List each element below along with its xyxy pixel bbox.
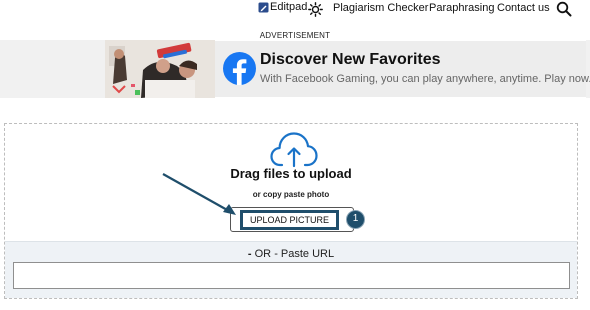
or-text: OR — [254, 248, 272, 260]
upload-title: Drag files to upload — [230, 166, 352, 181]
nav-link-contact-us[interactable]: Contact us — [497, 2, 550, 14]
paste-url-section: - OR - Paste URL — [5, 241, 577, 298]
upload-subtitle: or copy paste photo — [252, 190, 330, 199]
editpad-logo-icon — [258, 2, 269, 12]
facebook-logo-icon — [223, 52, 256, 85]
editpad-link[interactable]: Editpad — [258, 1, 307, 13]
nav-link-paraphrasing[interactable]: Paraphrasing — [429, 2, 494, 14]
upload-dropzone[interactable]: Drag files to upload or copy paste photo… — [4, 123, 578, 299]
ad-content-panel: Discover New Favorites With Facebook Gam… — [215, 41, 590, 97]
search-icon[interactable] — [556, 1, 572, 17]
brand-name: Editpad — [270, 1, 308, 13]
upload-picture-button[interactable]: UPLOAD PICTURE — [240, 210, 339, 230]
cloud-upload-icon — [270, 132, 318, 168]
sun-icon[interactable] — [308, 2, 323, 17]
ad-photo — [105, 40, 215, 98]
dash-text: - — [247, 248, 252, 260]
paste-url-label: - OR - Paste URL — [5, 248, 577, 260]
nav-link-plagiarism-checker[interactable]: Plagiarism Checker — [333, 2, 428, 14]
step-number-badge: 1 — [346, 210, 365, 229]
url-input[interactable] — [13, 262, 570, 289]
advertisement-label: ADVERTISEMENT — [259, 31, 331, 40]
ad-title: Discover New Favorites — [260, 51, 441, 68]
top-navigation: Editpad Plagiarism Checker Paraphrasing … — [0, 0, 590, 20]
ad-subtitle: With Facebook Gaming, you can play anywh… — [260, 73, 590, 85]
paste-url-text: - Paste URL — [274, 248, 335, 260]
ad-banner[interactable]: Discover New Favorites With Facebook Gam… — [105, 40, 590, 98]
